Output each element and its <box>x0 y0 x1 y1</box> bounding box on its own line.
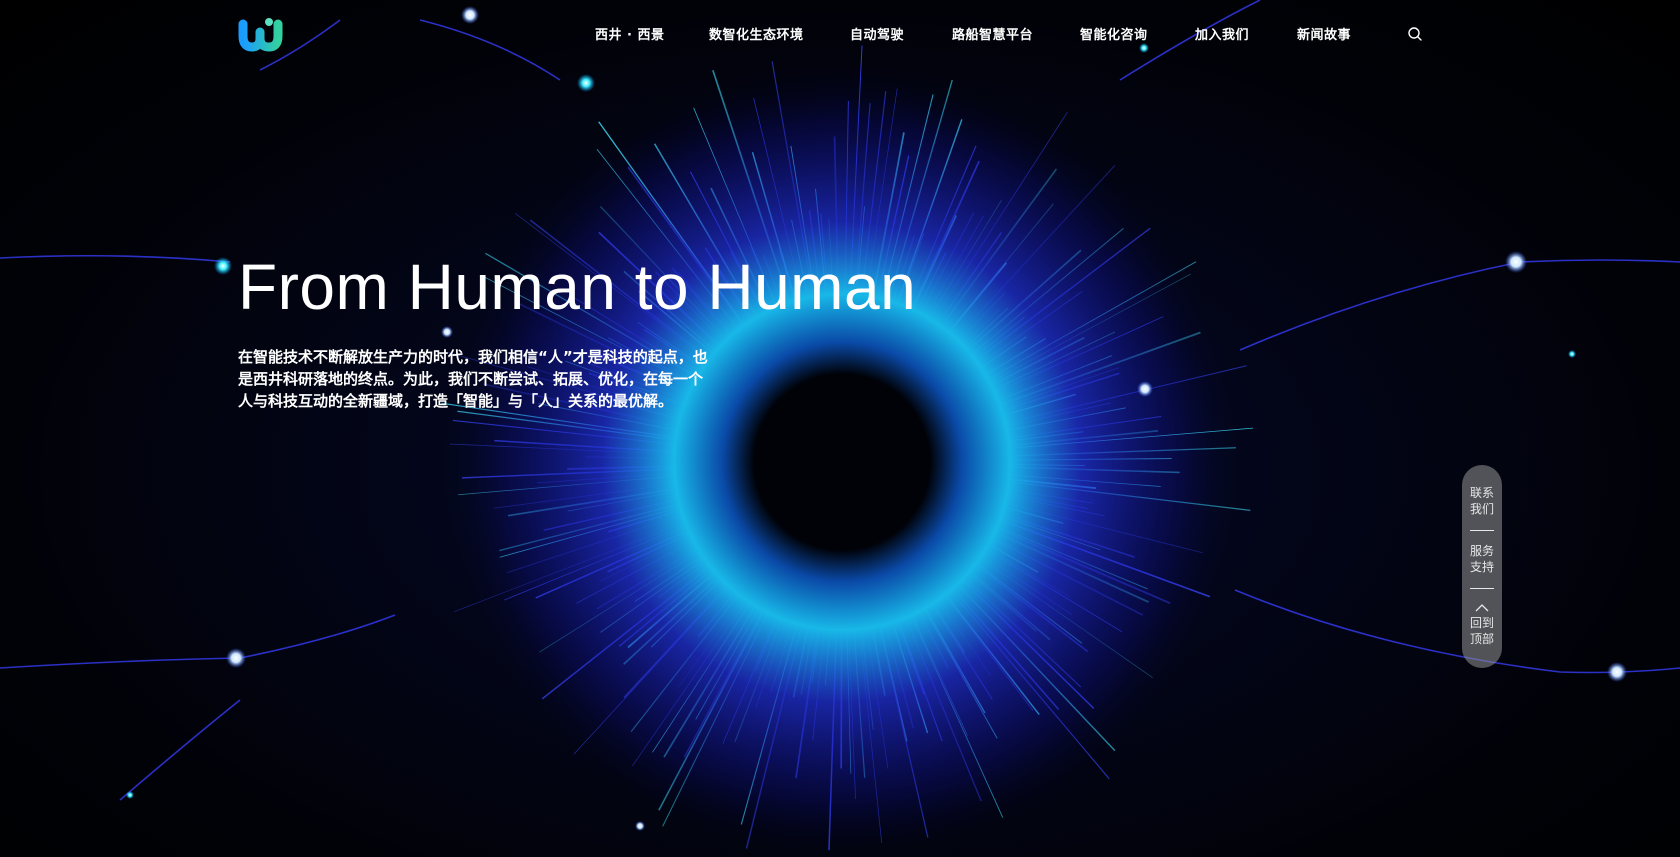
nav-item-consulting[interactable]: 智能化咨询 <box>1080 24 1148 43</box>
chevron-up-icon <box>1475 604 1489 612</box>
search-icon[interactable] <box>1407 26 1423 42</box>
service-support-label: 支持 <box>1469 560 1494 574</box>
service-support-label: 服务 <box>1469 544 1494 558</box>
hero-description: 在智能技术不断解放生产力的时代，我们相信“人”才是科技的起点，也 是西井科研落地… <box>238 346 743 412</box>
back-to-top-button[interactable]: 回到 顶部 <box>1462 601 1502 647</box>
page: 西井 · 西景 数智化生态环境 自动驾驶 路船智慧平台 智能化咨询 加入我们 新… <box>0 0 1680 857</box>
side-widget: 联系 我们 服务 支持 回到 顶部 <box>1462 465 1502 668</box>
back-to-top-label: 顶部 <box>1469 632 1494 646</box>
hero-title: From Human to Human <box>238 251 917 323</box>
nav-item-join-us[interactable]: 加入我们 <box>1195 24 1249 43</box>
divider <box>1470 530 1494 531</box>
hero-description-line: 是西井科研落地的终点。为此，我们不断尝试、拓展、优化，在每一个 <box>238 370 704 388</box>
nav-item-smart-platform[interactable]: 路船智慧平台 <box>952 24 1033 43</box>
divider <box>1470 588 1494 589</box>
burst-core <box>767 387 917 537</box>
contact-us-button[interactable]: 联系 我们 <box>1462 485 1502 517</box>
contact-us-label: 我们 <box>1469 502 1494 516</box>
hero-background-graphic <box>0 0 1680 857</box>
nav-item-xijing[interactable]: 西井 · 西景 <box>595 24 665 43</box>
back-to-top-label: 回到 <box>1469 616 1494 630</box>
nav-item-autonomous-driving[interactable]: 自动驾驶 <box>850 24 904 43</box>
nav-item-digital-ecology[interactable]: 数智化生态环境 <box>709 24 804 43</box>
contact-us-label: 联系 <box>1469 486 1494 500</box>
hero-description-line: 人与科技互动的全新疆域，打造「智能」与「人」关系的最优解。 <box>238 392 674 410</box>
logo[interactable] <box>238 16 290 52</box>
service-support-button[interactable]: 服务 支持 <box>1462 543 1502 575</box>
nav-item-news[interactable]: 新闻故事 <box>1297 24 1351 43</box>
hero-description-line: 在智能技术不断解放生产力的时代，我们相信“人”才是科技的起点，也 <box>238 348 708 366</box>
